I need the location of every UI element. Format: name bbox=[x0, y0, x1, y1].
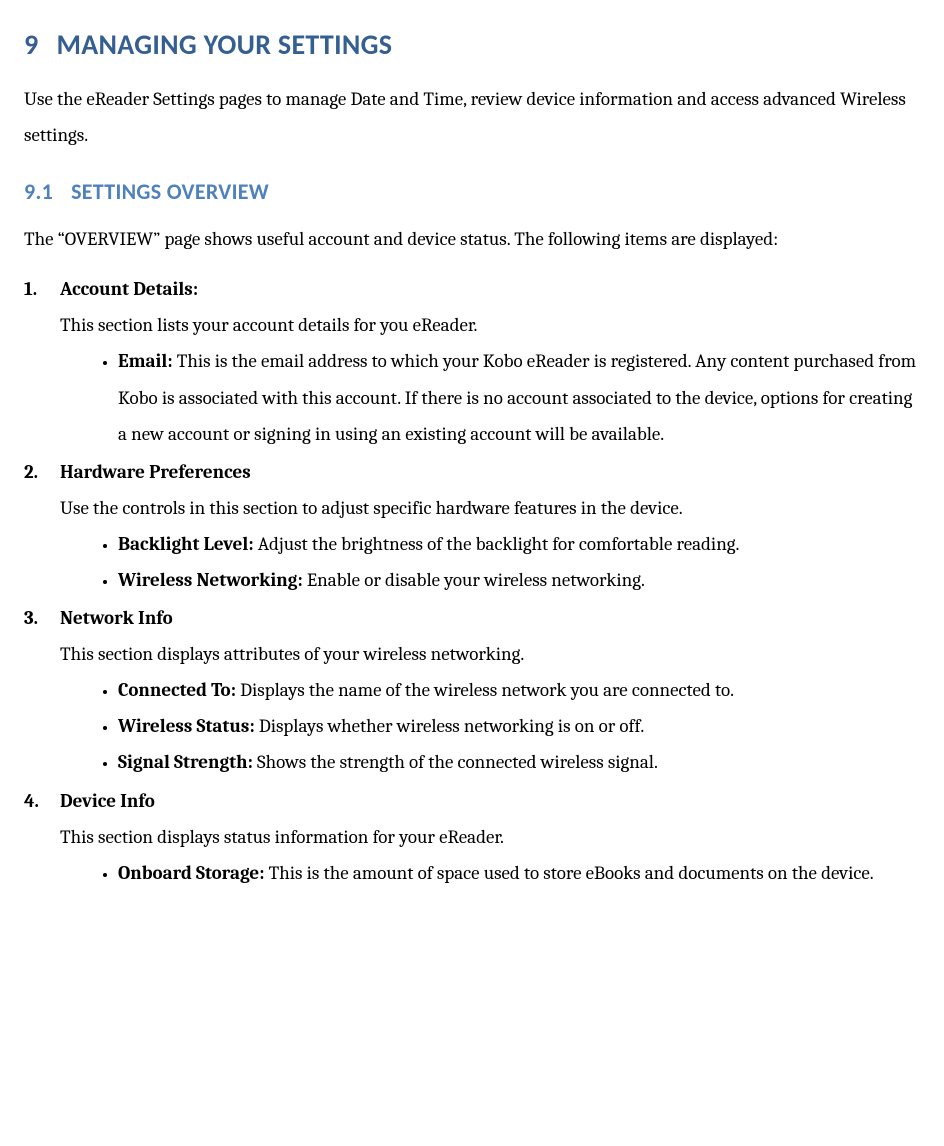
sub-list: Email: This is the email address to whic… bbox=[60, 343, 920, 451]
overview-list: Account Details: This section lists your… bbox=[24, 271, 920, 891]
bullet-text: Adjust the brightness of the backlight f… bbox=[254, 533, 740, 555]
sub-list: Onboard Storage: This is the amount of s… bbox=[60, 855, 920, 891]
bullet-text: This is the amount of space used to stor… bbox=[264, 862, 873, 884]
bullet-text: Displays the name of the wireless networ… bbox=[236, 679, 734, 701]
list-item: Backlight Level: Adjust the brightness o… bbox=[118, 526, 920, 562]
bullet-label: Connected To: bbox=[118, 679, 236, 701]
overview-intro: The “OVERVIEW” page shows useful account… bbox=[24, 221, 920, 257]
chapter-number: 9 bbox=[24, 18, 39, 71]
list-item: Email: This is the email address to whic… bbox=[118, 343, 920, 451]
item-title: Device Info bbox=[60, 790, 155, 812]
item-desc: This section displays attributes of your… bbox=[60, 636, 920, 672]
bullet-text: Enable or disable your wireless networki… bbox=[303, 569, 645, 591]
list-item: Wireless Networking: Enable or disable y… bbox=[118, 562, 920, 598]
item-title: Hardware Preferences bbox=[60, 461, 251, 483]
list-item: Hardware Preferences Use the controls in… bbox=[60, 454, 920, 598]
item-title: Account Details: bbox=[60, 278, 198, 300]
bullet-label: Onboard Storage: bbox=[118, 862, 264, 884]
item-desc: This section lists your account details … bbox=[60, 307, 920, 343]
section-heading: 9.1 SETTINGS OVERVIEW bbox=[24, 171, 920, 213]
chapter-title: MANAGING YOUR SETTINGS bbox=[57, 27, 393, 62]
list-item: Wireless Status: Displays whether wirele… bbox=[118, 708, 920, 744]
bullet-text: Displays whether wireless networking is … bbox=[255, 715, 645, 737]
bullet-label: Wireless Status: bbox=[118, 715, 255, 737]
item-desc: This section displays status information… bbox=[60, 819, 920, 855]
item-desc: Use the controls in this section to adju… bbox=[60, 490, 920, 526]
sub-list: Backlight Level: Adjust the brightness o… bbox=[60, 526, 920, 598]
section-number: 9.1 bbox=[24, 171, 53, 213]
sub-list: Connected To: Displays the name of the w… bbox=[60, 672, 920, 780]
list-item: Account Details: This section lists your… bbox=[60, 271, 920, 451]
bullet-text: Shows the strength of the connected wire… bbox=[253, 751, 658, 773]
chapter-heading: 9 MANAGING YOUR SETTINGS bbox=[24, 18, 920, 71]
list-item: Network Info This section displays attri… bbox=[60, 600, 920, 780]
intro-paragraph: Use the eReader Settings pages to manage… bbox=[24, 81, 920, 153]
bullet-label: Signal Strength: bbox=[118, 751, 253, 773]
list-item: Connected To: Displays the name of the w… bbox=[118, 672, 920, 708]
item-title: Network Info bbox=[60, 607, 173, 629]
bullet-label: Email: bbox=[118, 350, 173, 372]
list-item: Signal Strength: Shows the strength of t… bbox=[118, 744, 920, 780]
bullet-text: This is the email address to which your … bbox=[118, 350, 916, 444]
bullet-label: Backlight Level: bbox=[118, 533, 254, 555]
list-item: Onboard Storage: This is the amount of s… bbox=[118, 855, 920, 891]
bullet-label: Wireless Networking: bbox=[118, 569, 303, 591]
list-item: Device Info This section displays status… bbox=[60, 783, 920, 891]
section-title: SETTINGS OVERVIEW bbox=[71, 178, 269, 205]
